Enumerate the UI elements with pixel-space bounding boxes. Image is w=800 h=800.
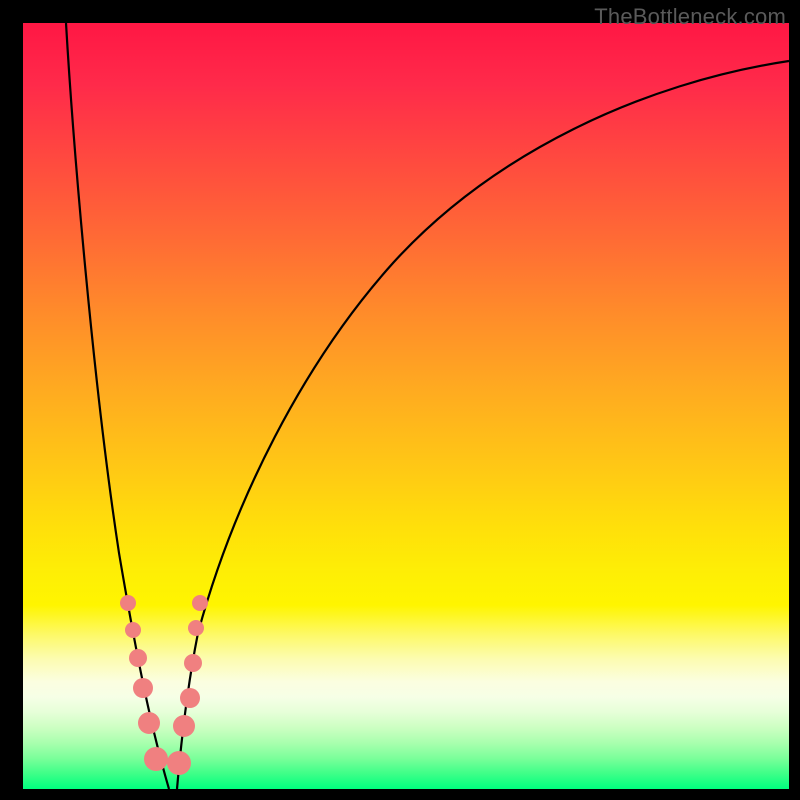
data-marker	[133, 678, 153, 698]
data-marker	[129, 649, 147, 667]
data-marker	[120, 595, 136, 611]
data-marker	[167, 751, 191, 775]
chart-container: TheBottleneck.com	[0, 0, 800, 800]
data-marker	[138, 712, 160, 734]
data-marker	[184, 654, 202, 672]
data-marker	[192, 595, 208, 611]
curve-right	[177, 61, 789, 789]
data-marker	[188, 620, 204, 636]
data-marker	[180, 688, 200, 708]
watermark-text: TheBottleneck.com	[594, 4, 786, 30]
data-marker	[173, 715, 195, 737]
curve-left	[66, 23, 169, 789]
curve-layer	[23, 23, 789, 789]
data-marker	[125, 622, 141, 638]
data-marker	[144, 747, 168, 771]
plot-area	[23, 23, 789, 789]
